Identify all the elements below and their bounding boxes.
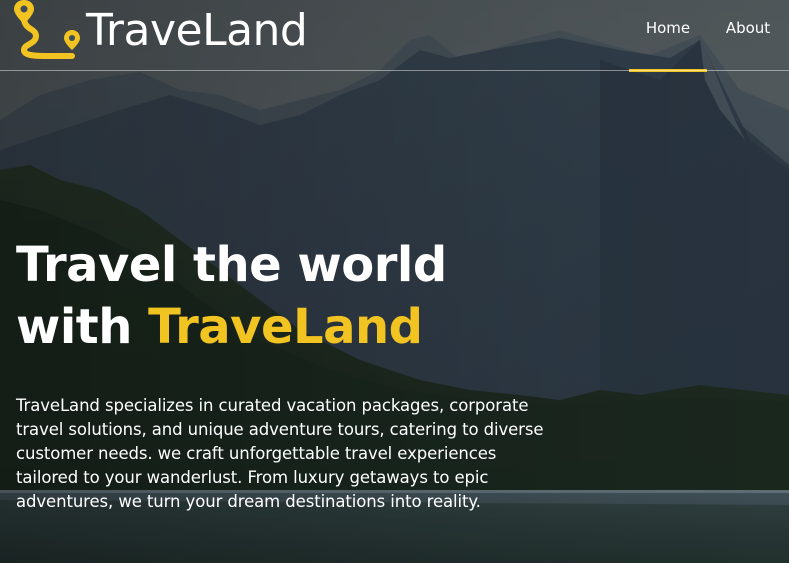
- hero-title-brand-accent: TraveLand: [148, 299, 423, 355]
- site-header: TraveLand Home About: [0, 0, 789, 72]
- main-nav: Home About: [629, 0, 789, 72]
- hero-title-line1: Travel the world: [16, 237, 447, 293]
- brand-name: TraveLand: [86, 5, 308, 56]
- hero-title: Travel the world with TraveLand: [16, 234, 447, 358]
- hero-title-line2-prefix: with: [16, 299, 149, 355]
- header-divider: [0, 70, 789, 71]
- brand-logo-link[interactable]: TraveLand: [14, 0, 308, 62]
- route-map-pin-icon: [14, 0, 80, 59]
- hero-description: TraveLand specializes in curated vacatio…: [16, 396, 544, 511]
- nav-item-about[interactable]: About: [707, 0, 789, 71]
- nav-item-home[interactable]: Home: [629, 0, 707, 72]
